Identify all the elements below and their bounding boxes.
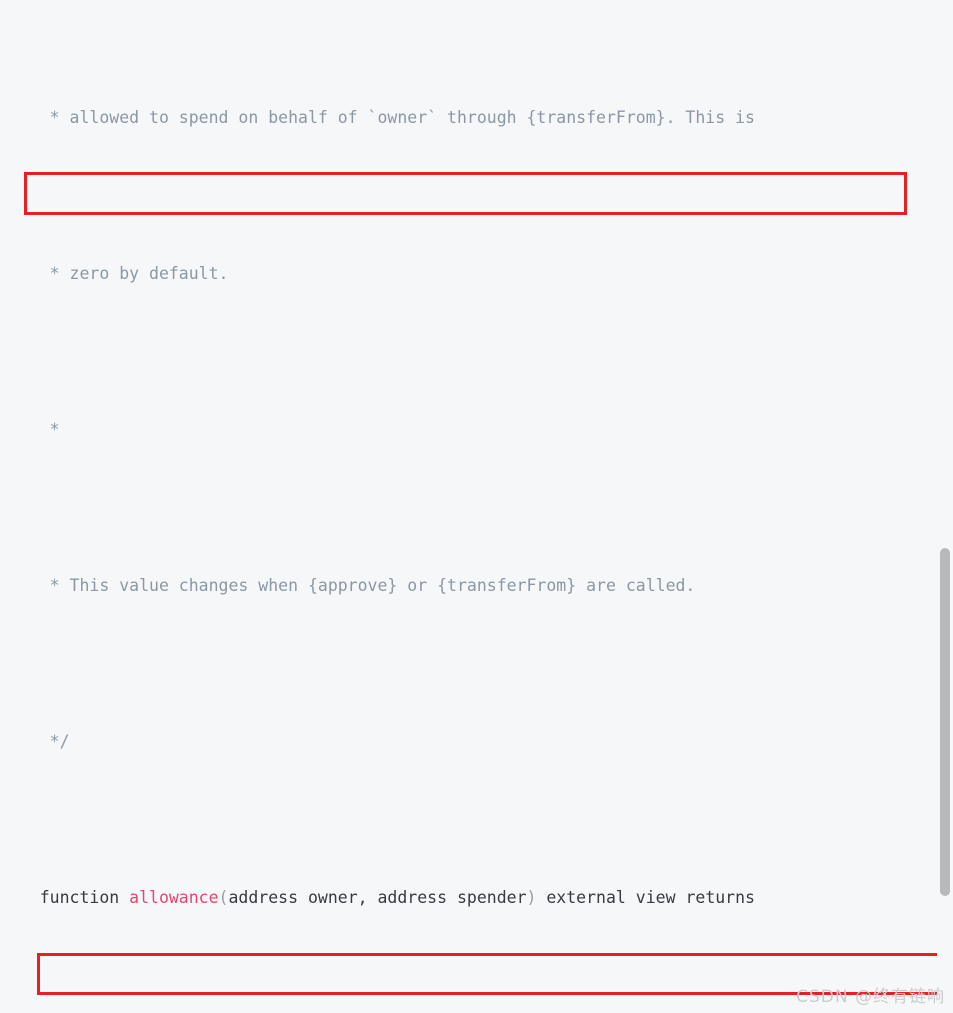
code-viewport[interactable]: * allowed to spend on behalf of `owner` … <box>0 0 953 1013</box>
function-modifiers: external view returns <box>536 888 755 907</box>
code-line: */ <box>0 722 953 761</box>
comment-text: */ <box>0 732 70 751</box>
code-line: * zero by default. <box>0 254 953 293</box>
keyword-function: function <box>0 888 130 907</box>
code-line: * <box>0 410 953 449</box>
code-line-allowance-signature: function allowance(address owner, addres… <box>0 878 953 917</box>
code-line: * This value changes when {approve} or {… <box>0 566 953 605</box>
comment-text: * zero by default. <box>0 264 229 283</box>
watermark: CSDN @终有链响 <box>796 987 945 1007</box>
comment-text: * allowed to spend on behalf of `owner` … <box>0 108 755 127</box>
scrollbar-thumb[interactable] <box>940 548 950 896</box>
paren-close: ) <box>526 888 537 907</box>
function-name-allowance: allowance <box>129 888 219 907</box>
comment-text: * This value changes when {approve} or {… <box>0 576 696 595</box>
code-block: * allowed to spend on behalf of `owner` … <box>0 0 953 1013</box>
code-line: * allowed to spend on behalf of `owner` … <box>0 98 953 137</box>
paren-open: ( <box>218 888 229 907</box>
comment-text: * <box>0 420 60 439</box>
vertical-scrollbar[interactable] <box>937 0 953 1013</box>
parameter-list: address owner, address spender <box>228 888 527 907</box>
